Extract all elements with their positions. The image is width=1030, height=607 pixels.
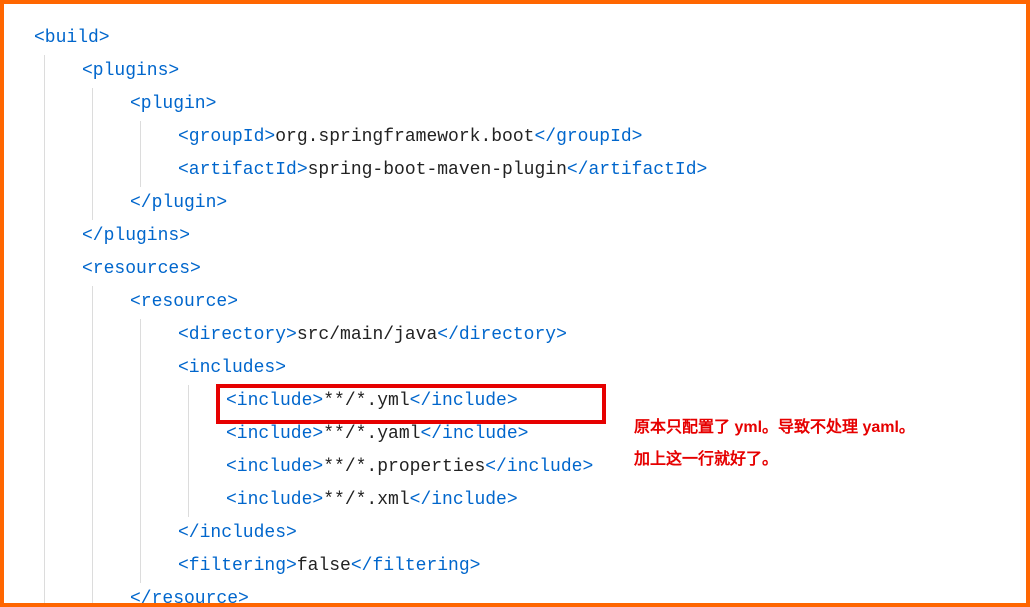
code-line: <include>**/*.xml</include> [34,484,1026,517]
indent-guide [44,484,45,517]
xml-tag: <directory> [178,325,297,345]
code-frame: <build> <plugins> <plugin> <groupId>org.spr… [0,0,1030,607]
indent-guide [140,418,141,451]
indent-guide [92,583,93,607]
code-line: </resource> [34,583,1026,607]
xml-tag: </plugin> [130,193,227,213]
indent-guide [44,253,45,286]
xml-text: src/main/java [297,325,437,345]
xml-tag: <includes> [178,358,286,378]
indent-guide [44,319,45,352]
indent-guide [92,286,93,319]
code-line: <resources> [34,253,1026,286]
indent-guide [92,451,93,484]
code-line: </plugin> [34,187,1026,220]
indent-guide [188,385,189,418]
code-line: <groupId>org.springframework.boot</group… [34,121,1026,154]
indent-guide [44,385,45,418]
indent-guide [44,451,45,484]
code-line: <include>**/*.properties</include> [34,451,1026,484]
xml-text: false [297,556,351,576]
code-line: <plugin> [34,88,1026,121]
indent-guide [92,385,93,418]
xml-text: **/*.properties [323,457,485,477]
indent-guide [92,550,93,583]
indent-guide [140,484,141,517]
indent-guide [44,583,45,607]
code-line: </plugins> [34,220,1026,253]
xml-tag: </include> [420,424,528,444]
code-line: <includes> [34,352,1026,385]
xml-tag: </plugins> [82,226,190,246]
xml-tag: </include> [485,457,593,477]
xml-tag: <include> [226,490,323,510]
indent-guide [44,187,45,220]
xml-tag: </include> [410,490,518,510]
xml-tag: <groupId> [178,127,275,147]
indent-guide [140,451,141,484]
code-line: <directory>src/main/java</directory> [34,319,1026,352]
indent-guide [140,352,141,385]
annotation-line-1: 原本只配置了 yml。导致不处理 yaml。 [634,413,915,437]
indent-guide [44,418,45,451]
indent-guide [44,352,45,385]
indent-guide [44,88,45,121]
xml-tag: </filtering> [351,556,481,576]
xml-tag: <plugin> [130,94,216,114]
xml-tag: </includes> [178,523,297,543]
indent-guide [140,517,141,550]
indent-guide [140,154,141,187]
indent-guide [92,352,93,385]
xml-tag: <plugins> [82,61,179,81]
xml-tag: <resource> [130,292,238,312]
indent-guide [188,484,189,517]
indent-guide [44,154,45,187]
code-line: <plugins> [34,55,1026,88]
xml-text: spring-boot-maven-plugin [308,160,567,180]
xml-text: **/*.yml [323,391,409,411]
annotation-line-2: 加上这一行就好了。 [634,445,778,469]
indent-guide [92,154,93,187]
indent-guide [44,121,45,154]
code-line: <artifactId>spring-boot-maven-plugin</ar… [34,154,1026,187]
xml-tag: <resources> [82,259,201,279]
xml-text: org.springframework.boot [275,127,534,147]
indent-guide [92,517,93,550]
indent-guide [44,220,45,253]
code-line: <build> [34,22,1026,55]
xml-tag: </artifactId> [567,160,707,180]
xml-tag: </directory> [437,325,567,345]
indent-guide [92,484,93,517]
xml-tag: </include> [410,391,518,411]
code-line: <resource> [34,286,1026,319]
xml-text: **/*.xml [323,490,409,510]
indent-guide [140,550,141,583]
xml-tag: <artifactId> [178,160,308,180]
indent-guide [188,451,189,484]
indent-guide [44,550,45,583]
indent-guide [140,121,141,154]
code-block: <build> <plugins> <plugin> <groupId>org.spr… [34,22,1026,607]
indent-guide [92,88,93,121]
xml-text: **/*.yaml [323,424,420,444]
indent-guide [92,418,93,451]
indent-guide [92,319,93,352]
indent-guide [44,286,45,319]
indent-guide [44,517,45,550]
xml-tag: </resource> [130,589,249,607]
code-line: <filtering>false</filtering> [34,550,1026,583]
indent-guide [140,385,141,418]
indent-guide [92,121,93,154]
xml-tag: <filtering> [178,556,297,576]
xml-tag: <build> [34,28,110,48]
xml-tag: </groupId> [534,127,642,147]
xml-tag: <include> [226,391,323,411]
code-line: </includes> [34,517,1026,550]
indent-guide [92,187,93,220]
indent-guide [44,55,45,88]
indent-guide [188,418,189,451]
xml-tag: <include> [226,457,323,477]
indent-guide [140,319,141,352]
xml-tag: <include> [226,424,323,444]
